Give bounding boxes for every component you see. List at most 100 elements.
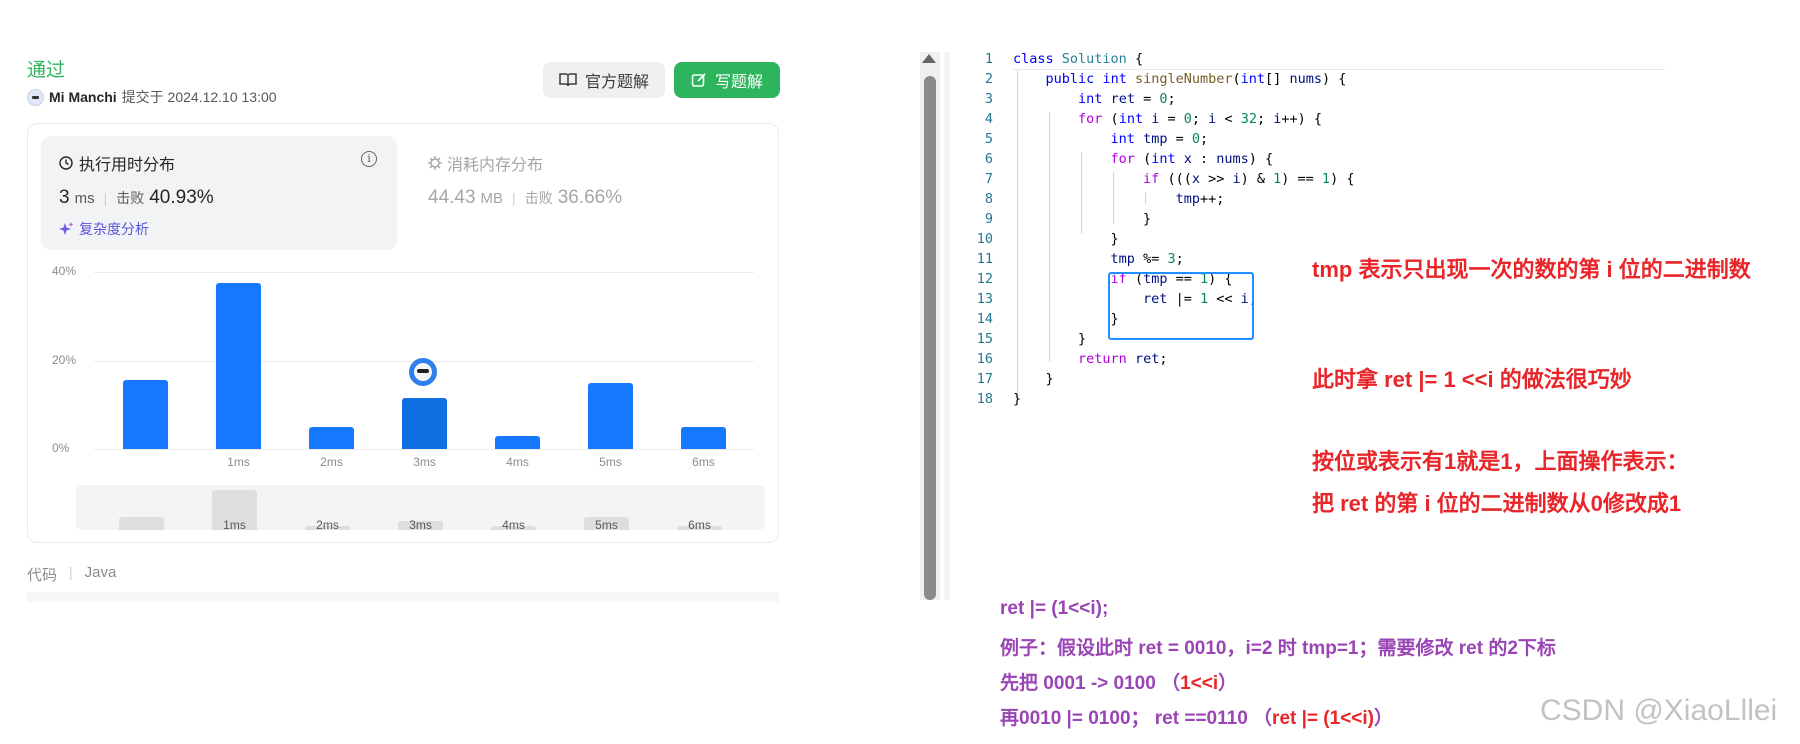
code-line: class Solution {: [1013, 51, 1144, 67]
clock-icon: [59, 156, 73, 170]
code-preview-fade: [27, 592, 779, 602]
mini-x-label: 1ms: [223, 518, 246, 532]
divider: |: [69, 564, 73, 580]
code-line: int tmp = 0;: [1110, 131, 1209, 147]
code-line: }: [1013, 331, 1087, 347]
line-number: 7: [984, 171, 993, 187]
author-line: Mi Manchi 提交于 2024.12.10 13:00: [27, 87, 277, 107]
x-tick-label: 5ms: [599, 455, 622, 469]
sparkle-icon: [59, 221, 74, 235]
x-tick-label: 3ms: [413, 455, 436, 469]
avatar[interactable]: [27, 88, 44, 106]
x-tick-label: 6ms: [692, 455, 715, 469]
line-number: 13: [976, 291, 993, 307]
chart-bar[interactable]: [123, 380, 168, 449]
memory-beats-value: 36.66%: [557, 187, 623, 208]
code-line: }: [1013, 391, 1022, 407]
runtime-beats-label: 击败: [116, 190, 145, 206]
scroll-up-arrow-icon[interactable]: [922, 54, 936, 63]
line-number: 15: [976, 331, 993, 347]
chart-bar[interactable]: [216, 283, 261, 449]
line-number: 16: [976, 351, 993, 367]
line-number: 8: [984, 191, 993, 207]
example-line-1: ret |= (1<<i);: [1000, 598, 1109, 619]
code-line: }: [1013, 311, 1119, 327]
line-number: 2: [984, 71, 993, 87]
annotation-or-1: 按位或表示有1就是1，上面操作表示：: [1312, 449, 1689, 474]
code-line: }: [1013, 371, 1054, 387]
example-line-3: 先把 0001 -> 0100 （1<<i）: [1000, 673, 1238, 694]
official-solution-button[interactable]: 官方题解: [543, 62, 665, 98]
y-tick-label: 0%: [52, 441, 70, 455]
highlight-box: [1108, 272, 1254, 340]
official-solution-label: 官方题解: [584, 74, 649, 91]
y-tick-label: 20%: [52, 352, 77, 367]
current-line-highlight: [1013, 69, 1665, 70]
code-line: int ret = 0;: [1078, 91, 1176, 107]
code-label: 代码: [27, 567, 58, 584]
x-tick-label: 1ms: [227, 455, 250, 469]
line-number: 12: [976, 271, 993, 287]
code-language: Java: [84, 564, 117, 581]
line-number: 14: [976, 311, 993, 327]
line-number: 9: [984, 211, 993, 227]
my-submission-marker: [409, 358, 437, 386]
chart-bar[interactable]: [309, 426, 354, 449]
runtime-value-row: 3 ms | 击败 40.93%: [59, 187, 214, 209]
runtime-beats-value: 40.93%: [149, 187, 214, 208]
example-line-2: 例子：假设此时 ret = 0010，i=2 时 tmp=1；需要修改 ret …: [1000, 638, 1556, 659]
write-solution-button[interactable]: 写题解: [674, 62, 780, 98]
info-icon[interactable]: i: [361, 151, 377, 167]
runtime-value: 3: [59, 187, 70, 208]
submitted-time: 提交于 2024.12.10 13:00: [121, 89, 277, 105]
gridline: [94, 272, 754, 273]
chart-bar[interactable]: [588, 382, 633, 449]
divider: |: [103, 190, 108, 206]
author-name[interactable]: Mi Manchi: [49, 89, 117, 105]
write-solution-label: 写题解: [714, 74, 763, 91]
code-line: public int singleNumber(int[] nums) {: [1045, 71, 1347, 87]
divider: |: [512, 190, 516, 206]
line-number: 5: [984, 131, 993, 147]
complexity-analysis-link[interactable]: 复杂度分析: [59, 219, 149, 239]
mini-x-label: 3ms: [409, 518, 432, 532]
code-line: return ret;: [1078, 351, 1168, 367]
scrollbar-thumb[interactable]: [924, 76, 936, 600]
code-language-row: 代码 | Java: [27, 564, 116, 585]
memory-value: 44.43: [428, 187, 476, 208]
pane-splitter[interactable]: [944, 52, 950, 600]
example-line-4: 再0010 |= 0100； ret ==0110 （ret |= (1<<i)…: [1000, 708, 1394, 729]
mini-x-label: 4ms: [502, 518, 525, 532]
line-number: 11: [976, 251, 993, 267]
x-tick-label: 2ms: [320, 455, 343, 469]
code-line: for (int i = 0; i < 32; i++) {: [1078, 111, 1322, 127]
code-line: if (((x >> i) & 1) == 1) {: [1143, 171, 1355, 187]
code-line: }: [1013, 231, 1119, 247]
runtime-title-label: 执行用时分布: [79, 157, 176, 174]
line-number: 18: [976, 391, 993, 407]
mini-x-label: 6ms: [688, 518, 711, 532]
book-icon: [559, 73, 577, 87]
y-tick-label: 40%: [52, 264, 77, 278]
chart-bar[interactable]: [681, 426, 726, 449]
memory-panel-title[interactable]: 消耗内存分布: [428, 151, 543, 175]
line-number: 17: [976, 371, 993, 387]
mini-x-label: 2ms: [316, 518, 339, 532]
complexity-label: 复杂度分析: [79, 221, 149, 237]
code-line: tmp %= 3;: [1110, 251, 1184, 267]
mini-x-label: 5ms: [595, 518, 618, 532]
code-line: tmp++;: [1175, 191, 1225, 207]
runtime-unit: ms: [74, 190, 95, 207]
edit-icon: [691, 73, 706, 87]
gridline: [94, 449, 754, 450]
mini-chart-bar: [119, 516, 164, 530]
memory-beats-label: 击败: [524, 190, 553, 206]
runtime-title: 执行用时分布: [59, 151, 175, 175]
memory-value-row: 44.43 MB | 击败 36.66%: [428, 187, 622, 209]
chart-bar[interactable]: [402, 398, 447, 449]
line-number: 6: [984, 151, 993, 167]
submission-status: 通过: [27, 60, 66, 81]
memory-chip-icon: [428, 156, 442, 170]
code-line: }: [1013, 211, 1152, 227]
chart-bar[interactable]: [495, 435, 540, 449]
